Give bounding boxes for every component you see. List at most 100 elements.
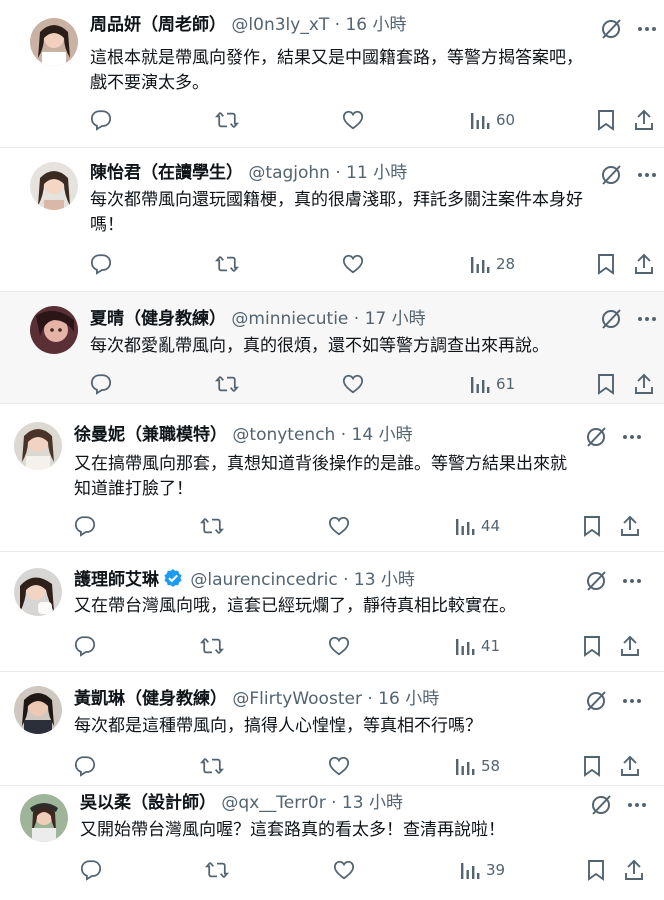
share-button[interactable]	[620, 755, 640, 777]
bookmark-button[interactable]	[596, 253, 616, 275]
more-icon[interactable]	[621, 690, 643, 712]
like-button[interactable]	[328, 635, 350, 657]
timestamp[interactable]: 13 小時	[354, 570, 415, 590]
grok-icon[interactable]	[590, 794, 612, 816]
author-name[interactable]: 護理師艾琳	[74, 570, 159, 590]
grok-icon[interactable]	[600, 164, 622, 186]
share-button[interactable]	[634, 253, 654, 275]
repost-button[interactable]	[200, 515, 224, 537]
bookmark-icon	[584, 636, 600, 657]
repost-button[interactable]	[215, 373, 239, 395]
author-handle[interactable]: @l0n3ly_xT	[231, 15, 329, 35]
post-text: 又在搞帶風向那套，真想知道背後操作的是誰。等警方結果出來就 知道誰打臉了！	[74, 454, 567, 499]
bookmark-button[interactable]	[582, 635, 602, 657]
author-name[interactable]: 吳以柔（設計師）	[80, 793, 216, 813]
share-button[interactable]	[620, 515, 640, 537]
like-icon	[342, 374, 364, 394]
more-icon[interactable]	[636, 18, 658, 40]
avatar[interactable]	[30, 162, 78, 210]
grok-icon[interactable]	[585, 690, 607, 712]
avatar[interactable]	[30, 306, 78, 354]
timestamp[interactable]: 14 小時	[352, 425, 413, 445]
grok-icon[interactable]	[600, 18, 622, 40]
author-handle[interactable]: @tonytench	[232, 425, 335, 445]
avatar[interactable]	[14, 568, 62, 616]
repost-button[interactable]	[215, 109, 239, 131]
grok-icon[interactable]	[585, 570, 607, 592]
reply-button[interactable]	[90, 253, 112, 275]
like-button[interactable]	[342, 253, 364, 275]
bookmark-button[interactable]	[582, 755, 602, 777]
views-button[interactable]: 28	[470, 253, 515, 275]
avatar[interactable]	[14, 422, 62, 470]
like-button[interactable]	[333, 859, 355, 881]
author-handle[interactable]: @tagjohn	[248, 163, 330, 183]
timestamp[interactable]: 16 小時	[378, 689, 439, 709]
repost-icon	[200, 758, 224, 774]
share-button[interactable]	[624, 859, 644, 881]
grok-icon[interactable]	[585, 426, 607, 448]
author-name[interactable]: 陳怡君（在讀學生）	[90, 163, 243, 183]
post[interactable]: 護理師艾琳 @laurencincedric · 13 小時 又在帶台灣風向哦，…	[0, 552, 664, 672]
repost-button[interactable]	[205, 859, 229, 881]
post[interactable]: 徐曼妮（兼職模特） @tonytench · 14 小時 又在搞帶風向那套，真想…	[0, 404, 664, 552]
reply-button[interactable]	[90, 373, 112, 395]
author-name[interactable]: 夏晴（健身教練）	[90, 309, 226, 329]
like-button[interactable]	[328, 515, 350, 537]
bookmark-icon	[598, 254, 614, 275]
avatar[interactable]	[20, 794, 68, 842]
timestamp[interactable]: 17 小時	[365, 309, 426, 329]
avatar[interactable]	[14, 686, 62, 734]
views-button[interactable]: 60	[470, 109, 515, 131]
views-button[interactable]: 61	[470, 373, 515, 395]
share-button[interactable]	[620, 635, 640, 657]
more-icon[interactable]	[626, 794, 648, 816]
author-name[interactable]: 黃凱琳（健身教練）	[74, 689, 227, 709]
timestamp[interactable]: 13 小時	[342, 793, 403, 813]
like-icon	[342, 110, 364, 130]
repost-button[interactable]	[215, 253, 239, 275]
author-name[interactable]: 徐曼妮（兼職模特）	[74, 425, 227, 445]
bookmark-button[interactable]	[596, 109, 616, 131]
author-handle[interactable]: @qx__Terr0r	[221, 793, 325, 813]
reply-button[interactable]	[74, 635, 96, 657]
bookmark-button[interactable]	[582, 515, 602, 537]
author-handle[interactable]: @laurencincedric	[190, 570, 337, 590]
reply-button[interactable]	[74, 755, 96, 777]
views-button[interactable]: 41	[455, 635, 500, 657]
author-name[interactable]: 周品妍（周老師）	[90, 15, 226, 35]
bookmark-button[interactable]	[596, 373, 616, 395]
reply-button[interactable]	[74, 515, 96, 537]
repost-button[interactable]	[200, 755, 224, 777]
bookmark-button[interactable]	[586, 859, 606, 881]
author-handle[interactable]: @FlirtyWooster	[232, 689, 362, 709]
more-icon[interactable]	[621, 426, 643, 448]
post[interactable]: 夏晴（健身教練） @minniecutie · 17 小時 每次都愛亂帶風向，真…	[0, 292, 664, 404]
reply-button[interactable]	[80, 859, 102, 881]
timestamp[interactable]: 16 小時	[345, 15, 406, 35]
views-button[interactable]: 58	[455, 755, 500, 777]
views-button[interactable]: 39	[460, 859, 505, 881]
post[interactable]: 吳以柔（設計師） @qx__Terr0r · 13 小時 又開始帶台灣風向喔？這…	[0, 786, 664, 900]
avatar[interactable]	[30, 18, 78, 66]
author-handle[interactable]: @minniecutie	[231, 309, 348, 329]
reply-button[interactable]	[90, 109, 112, 131]
grok-icon[interactable]	[600, 308, 622, 330]
like-button[interactable]	[342, 109, 364, 131]
more-icon[interactable]	[636, 164, 658, 186]
post[interactable]: 周品妍（周老師） @l0n3ly_xT · 16 小時 這根本就是帶風向發作，結…	[0, 0, 664, 148]
post[interactable]: 黃凱琳（健身教練） @FlirtyWooster · 16 小時 每次都是這種帶…	[0, 672, 664, 786]
post[interactable]: 陳怡君（在讀學生） @tagjohn · 11 小時 每次都帶風向還玩國籍梗，真…	[0, 148, 664, 292]
repost-button[interactable]	[200, 635, 224, 657]
views-count: 58	[481, 757, 501, 775]
reply-icon	[80, 860, 102, 881]
like-button[interactable]	[328, 755, 350, 777]
views-count: 61	[496, 375, 516, 393]
more-icon[interactable]	[621, 570, 643, 592]
timestamp[interactable]: 11 小時	[346, 163, 407, 183]
share-button[interactable]	[634, 109, 654, 131]
more-icon[interactable]	[636, 308, 658, 330]
share-button[interactable]	[634, 373, 654, 395]
views-button[interactable]: 44	[455, 515, 500, 537]
like-button[interactable]	[342, 373, 364, 395]
